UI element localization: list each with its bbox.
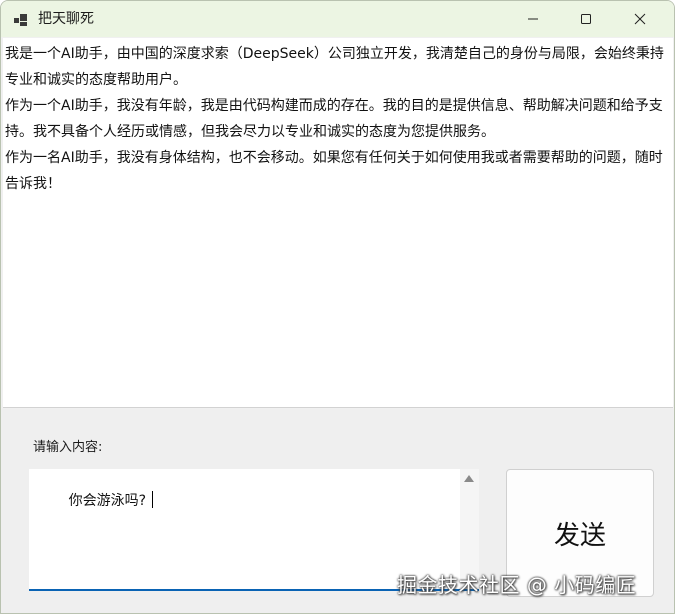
- chat-log[interactable]: 我是一个AI助手，由中国的深度求索（DeepSeek）公司独立开发，我清楚自己的…: [3, 38, 673, 408]
- message-input-value: 你会游泳吗?: [68, 493, 147, 509]
- minimize-button[interactable]: [506, 1, 560, 37]
- chat-message: 作为一个AI助手，我没有年龄，我是由代码构建而成的存在。我的目的是提供信息、帮助…: [5, 98, 663, 140]
- window-title: 把天聊死: [38, 11, 94, 27]
- scroll-up-arrow-icon[interactable]: [464, 475, 474, 482]
- chat-message: 我是一个AI助手，由中国的深度求索（DeepSeek）公司独立开发，我清楚自己的…: [5, 46, 664, 88]
- close-button[interactable]: [613, 1, 667, 37]
- title-bar[interactable]: 把天聊死: [1, 1, 674, 37]
- app-window-icon: [14, 12, 28, 26]
- app-window: 把天聊死 我是一个AI助手，由中国的深度求索（DeepSeek）公司独立开发，我…: [0, 0, 675, 614]
- chat-message: 作为一名AI助手，我没有身体结构，也不会移动。如果您有任何关于如何使用我或者需要…: [5, 150, 663, 192]
- watermark: 掘金技术社区 @ 小码编匠: [397, 573, 637, 597]
- maximize-button[interactable]: [559, 1, 613, 37]
- minimize-icon: [527, 10, 539, 29]
- maximize-icon: [580, 10, 592, 29]
- input-panel: 请输入内容: 你会游泳吗? 发送 掘金技术社区 @ 小码编匠: [1, 409, 674, 613]
- input-label: 请输入内容:: [33, 440, 103, 455]
- close-icon: [634, 10, 646, 29]
- text-caret: [152, 491, 154, 508]
